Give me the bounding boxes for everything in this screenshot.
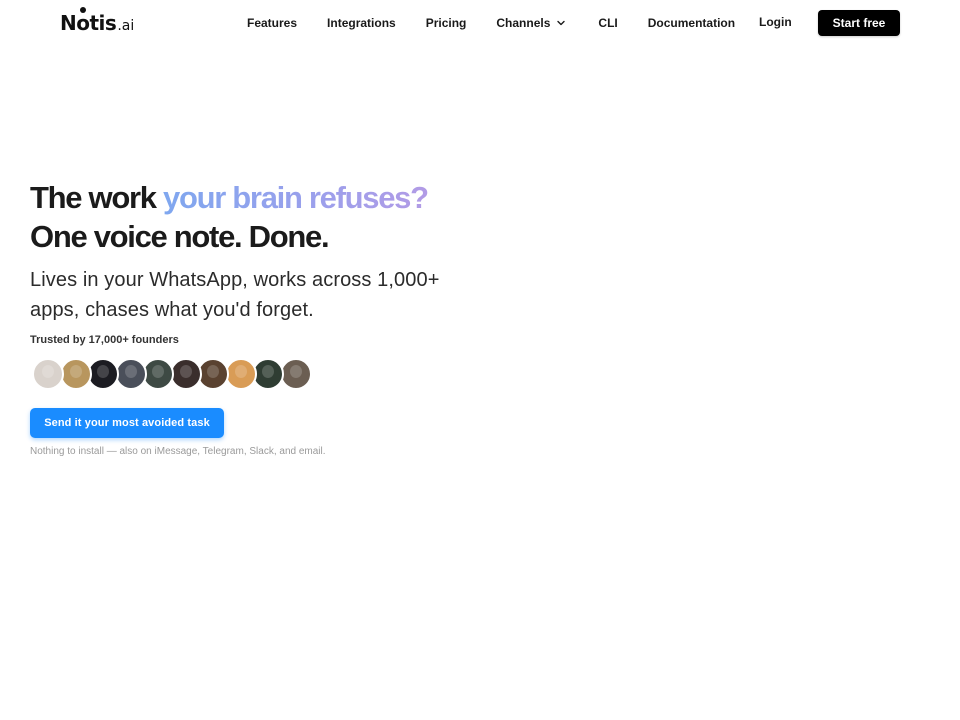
nav-links: Features Integrations Pricing Channels C…: [247, 15, 765, 31]
login-link[interactable]: Login: [759, 15, 792, 29]
headline-line2: One voice note. Done.: [30, 219, 330, 254]
logo-suffix: .ai: [117, 18, 135, 34]
nav-link-label: CLI: [598, 16, 618, 30]
nav-link-label: Channels: [496, 16, 551, 30]
avatar: [87, 358, 119, 390]
install-footnote: Nothing to install — also on iMessage, T…: [30, 446, 326, 457]
avatar: [224, 358, 257, 390]
chevron-down-icon: [557, 20, 566, 26]
nav-link-pricing[interactable]: Pricing: [426, 15, 467, 31]
headline-highlight: your brain refuses?: [163, 180, 429, 215]
nav-link-label: Pricing: [425, 16, 467, 30]
avatar: [114, 358, 147, 390]
hero-section: The work your brain refuses? One voice n…: [30, 178, 450, 457]
nav-link-cli[interactable]: CLI: [598, 15, 617, 31]
logo-wordmark: Notis: [60, 7, 117, 35]
top-nav: Notis .ai Features Integrations Pricing …: [0, 0, 960, 46]
nav-link-label: Features: [247, 16, 298, 30]
avatar: [142, 358, 174, 390]
headline-part1: The work: [30, 180, 163, 215]
start-free-button[interactable]: Start free: [818, 10, 900, 36]
nav-link-channels[interactable]: Channels: [496, 15, 566, 31]
nav-link-integrations[interactable]: Integrations: [327, 15, 396, 31]
avatar: [279, 358, 312, 390]
hero-headline: The work your brain refuses? One voice n…: [30, 178, 450, 256]
nav-link-label: Documentation: [647, 16, 736, 30]
avatar: [169, 358, 202, 390]
logo[interactable]: Notis .ai: [60, 7, 135, 35]
hero-subheadline: Lives in your WhatsApp, works across 1,0…: [30, 269, 440, 321]
nav-link-documentation[interactable]: Documentation: [648, 15, 735, 31]
avatar-stack: [32, 358, 450, 390]
trusted-by-text: Trusted by 17,000+ founders: [30, 334, 179, 346]
send-task-cta-button[interactable]: Send it your most avoided task: [30, 408, 224, 438]
logo-dot-icon: [80, 7, 86, 13]
nav-link-features[interactable]: Features: [247, 15, 297, 31]
avatar: [59, 358, 92, 390]
avatar: [32, 358, 64, 390]
avatar: [252, 358, 284, 390]
avatar: [197, 358, 229, 390]
nav-link-label: Integrations: [327, 16, 396, 30]
